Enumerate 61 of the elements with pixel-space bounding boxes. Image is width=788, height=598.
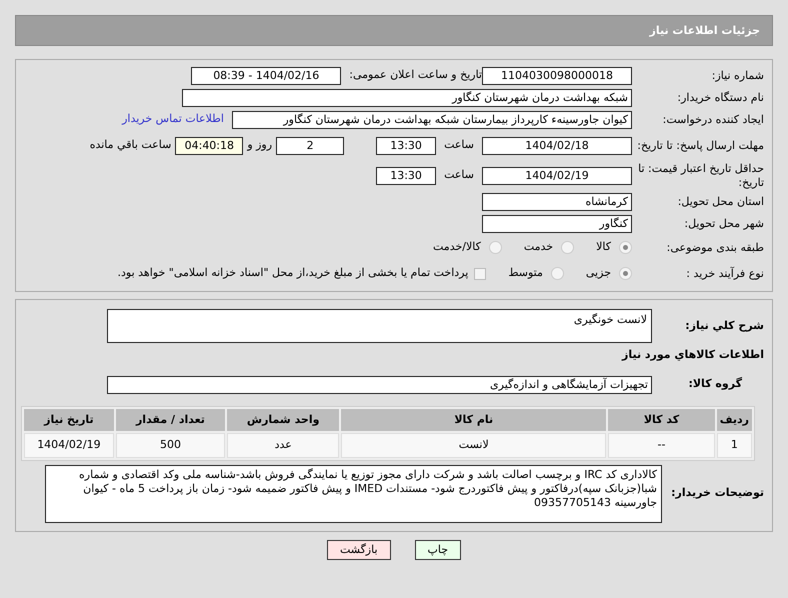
option-label: کالا (596, 239, 611, 256)
table-cell: 1404/02/19 (24, 433, 114, 458)
field-label: گروه کالا: (687, 376, 743, 392)
time-label: ساعت (443, 167, 475, 184)
column-header: واحد شمارش (227, 408, 340, 431)
field-label: ایجاد کننده درخواست: (662, 112, 765, 126)
field-label: شهر محل تحویل: (683, 216, 765, 230)
payment-checkbox[interactable] (474, 268, 486, 280)
field-label: شرح کلي نياز: (684, 318, 765, 334)
option-label: کالا/خدمت (433, 239, 481, 256)
days-field: 2 (276, 136, 344, 154)
radio-button[interactable] (619, 267, 632, 280)
option-label: جزیی (586, 265, 611, 282)
field-label: تاریخ و ساعت اعلان عمومی: (348, 67, 482, 84)
table-cell: 500 (116, 433, 226, 458)
payment-note: پرداخت تمام یا بخشی از مبلغ خرید،از محل "اسناد خزانه اسلامی" خواهد بود. (118, 265, 468, 282)
field-label: توضیحات خریدار: (670, 485, 765, 502)
creator-field: کیوان جاورسینهء کارپرداز بیمارستان شبکه بهداشت درمان شهرستان کنگاور (232, 110, 632, 128)
field-label: استان محل تحویل: (676, 194, 765, 208)
table-cell: عدد (227, 433, 340, 458)
column-header: تعداد / مقدار (116, 408, 226, 431)
field-label: نام دستگاه خریدار: (676, 90, 765, 104)
back-button[interactable]: بازگشت (326, 540, 391, 560)
description-field[interactable]: لانست خونگیری (107, 309, 652, 343)
column-header: ردیف (716, 408, 752, 431)
time-label: ساعت (443, 137, 475, 154)
buyer-contact-link[interactable]: اطلاعات تماس خریدار (122, 111, 224, 128)
field-label: نوع فرآیند خرید : (685, 266, 765, 280)
product-group-field: تجهیزات آزمایشگاهی و اندازه‌گیری (107, 376, 652, 394)
time-field: 13:30 (376, 136, 436, 154)
option-label: خدمت (524, 239, 554, 256)
remaining-label: ساعت باقي مانده (88, 137, 172, 154)
buyer-notes-field[interactable]: کالاداری کد IRC و برچسب اصالت باشد و شرکت دارای مجوز توزیع یا نمایندگی فروش باشد-شناسه ملی وکد اقتصادی و شماره شبا(جزبانک سپه)درفاکتور و پیش فاکتوردرج شود- مستندات IMED و پیش فاکتور ضمیمه شود- زمان باز پرداخت 5 ماه - کیوان جاورسینه 09357705143 (45, 464, 662, 522)
column-header: نام کالا (341, 408, 606, 431)
radio-button[interactable] (561, 241, 574, 254)
field-label: حداقل تاریخ اعتبار قیمت: تا تاریخ: (637, 162, 765, 190)
option-label: متوسط (508, 265, 543, 282)
radio-button[interactable] (550, 267, 564, 280)
need-number-field: 1104030098000018 (482, 66, 632, 84)
section-heading: اطلاعات کالاهاي مورد نياز (620, 347, 765, 363)
time-field: 13:30 (376, 166, 436, 184)
column-header: تاریخ نیاز (24, 408, 114, 431)
field-label: مهلت ارسال پاسخ: تا تاریخ: (636, 138, 765, 152)
days-label: روز و (246, 137, 274, 154)
date-field: 1404/02/19 (482, 166, 632, 184)
province-field: کرمانشاه (482, 192, 632, 210)
column-header: کد کالا (608, 408, 715, 431)
date-field: 1404/02/18 (482, 136, 632, 154)
table-cell: 1 (716, 433, 752, 458)
table-cell: -- (608, 433, 715, 458)
page-title: جزئیات اطلاعات نیاز (650, 24, 760, 37)
buyer-field: شبکه بهداشت درمان شهرستان کنگاور (182, 88, 632, 106)
announce-date-field: 1404/02/16 - 08:39 (191, 66, 342, 84)
radio-button[interactable] (488, 241, 502, 254)
remaining-time-field: 04:40:18 (175, 136, 244, 154)
radio-button[interactable] (619, 241, 632, 254)
field-label: طبقه بندی موضوعی: (666, 240, 765, 254)
print-button[interactable]: چاپ (414, 540, 462, 560)
table-cell: لانست (341, 433, 606, 458)
city-field: کنگاور (482, 214, 632, 232)
field-label: شماره نیاز: (710, 68, 765, 82)
